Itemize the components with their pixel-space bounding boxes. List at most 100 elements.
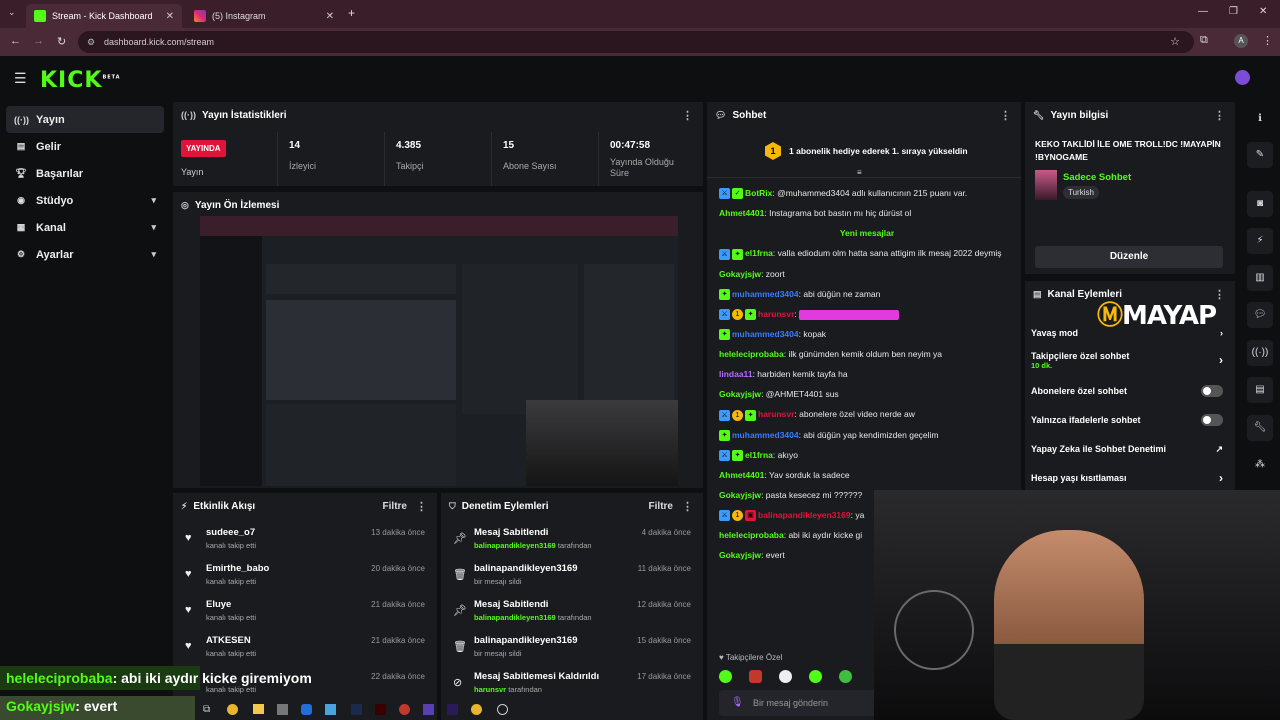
tab-search-icon[interactable]: ⌄: [8, 7, 16, 18]
more-options-icon[interactable]: ⋮: [682, 500, 693, 513]
emote-icon[interactable]: [719, 670, 732, 683]
info-icon[interactable]: ℹ: [1247, 106, 1273, 132]
category-name[interactable]: Sadece Sohbet: [1063, 172, 1131, 183]
bookmark-star-icon[interactable]: ☆: [1170, 31, 1180, 53]
wrench-icon[interactable]: 🔧︎: [1247, 415, 1273, 441]
overlay-chat-line: Gokayjsjw: evert: [6, 698, 118, 714]
url-input[interactable]: ⚙ dashboard.kick.com/stream ☆: [78, 31, 1194, 53]
emote-icon[interactable]: [779, 670, 792, 683]
app-icon[interactable]: [399, 704, 410, 715]
stream-info-panel: 🔧︎ Yayın bilgisi ⋮ KEKO TAKLİDİ İLE OME TR…: [1025, 102, 1235, 274]
app-icon[interactable]: [325, 704, 336, 715]
gift-badge-icon: 1: [732, 309, 743, 320]
hamburger-menu-icon[interactable]: ☰: [14, 70, 27, 87]
category-thumbnail: [1035, 170, 1057, 200]
sidebar-item-kanal[interactable]: ▦ Kanal ▾: [6, 214, 164, 241]
restore-icon[interactable]: ❐: [1229, 6, 1238, 17]
stream-preview-video[interactable]: [200, 216, 678, 486]
more-options-icon[interactable]: ⋮: [1000, 109, 1011, 122]
account-age-row[interactable]: Hesap yaşı kısıtlaması ›: [1031, 466, 1235, 490]
app-icon[interactable]: [423, 704, 434, 715]
document-icon[interactable]: ▥: [1247, 265, 1273, 291]
tab-instagram[interactable]: (5) Instagram ✕: [186, 4, 342, 28]
app-icon[interactable]: [351, 704, 362, 715]
sidebar-item-gelir[interactable]: ▤ Gelir: [6, 133, 164, 160]
expand-icon[interactable]: ≡: [857, 168, 862, 177]
panel-header: ◎ Yayın Ön İzlemesi: [181, 199, 280, 211]
vip-badge-icon: ✦: [745, 409, 756, 421]
emote-icon[interactable]: [749, 670, 762, 683]
pinned-message[interactable]: 1 1 abonelik hediye ederek 1. sıraya yük…: [707, 128, 1021, 178]
kick-logo[interactable]: KICKBETA: [40, 68, 121, 93]
broadcast-icon[interactable]: ((·)): [1247, 340, 1273, 366]
chat-message: ⚔︎ 1 ✦ harunsvr:: [719, 305, 1015, 325]
shapes-icon[interactable]: ⁂: [1247, 452, 1273, 478]
gift-badge-icon: 1: [732, 510, 743, 522]
edit-pencil-icon[interactable]: ✎: [1247, 142, 1273, 168]
app-icon[interactable]: [277, 704, 288, 715]
profile-avatar[interactable]: A: [1234, 34, 1248, 48]
list-item: ⊘ Mesaj Sabitlemesi Kaldırıldı harunsvr ta…: [453, 671, 691, 694]
new-tab-icon[interactable]: +: [348, 6, 355, 20]
sidebar-item-basarilar[interactable]: 🏆︎ Başarılar: [6, 160, 164, 187]
sidebar-item-ayarlar[interactable]: ⚙ Ayarlar ▾: [6, 241, 164, 268]
more-options-icon[interactable]: ⋮: [1214, 109, 1225, 122]
stream-stats-panel: ((·)) Yayın İstatistikleri ⋮ YAYINDA Yayın…: [173, 102, 703, 186]
emote-icon[interactable]: [809, 670, 822, 683]
app-icon[interactable]: [375, 704, 386, 715]
close-tab-icon[interactable]: ✕: [166, 11, 174, 22]
sidebar-item-yayin[interactable]: ((·)) Yayın: [6, 106, 164, 133]
chevron-down-icon: ▾: [151, 249, 156, 259]
app-icon[interactable]: [447, 704, 458, 715]
microphone-icon[interactable]: 🎙︎: [731, 697, 744, 708]
chevron-right-icon: ›: [1220, 328, 1223, 338]
filter-button[interactable]: Filtre: [649, 501, 673, 512]
user-avatar[interactable]: [1235, 70, 1250, 85]
vip-badge-icon: ✦: [732, 450, 743, 461]
site-info-icon[interactable]: ⚙: [87, 31, 95, 53]
subscribers-only-row[interactable]: Abonelere özel sohbet: [1031, 379, 1235, 403]
chat-bubble-icon[interactable]: 💬︎: [1247, 302, 1273, 328]
file-explorer-icon[interactable]: [253, 704, 264, 714]
emote-icon[interactable]: [839, 670, 852, 683]
vip-badge-icon: ✦: [745, 309, 756, 320]
minimize-icon[interactable]: —: [1198, 6, 1208, 17]
more-options-icon[interactable]: ⋮: [682, 109, 693, 122]
extensions-icon[interactable]: ⧉: [1200, 34, 1208, 47]
app-icon[interactable]: [497, 704, 508, 715]
moderator-badge-icon: ⚔︎: [719, 409, 730, 421]
reload-icon[interactable]: ↻: [57, 35, 66, 48]
app-icon[interactable]: [301, 704, 312, 715]
divider: [598, 132, 599, 186]
panel-header: 💬︎ Sohbet ⋮: [715, 109, 1011, 122]
tab-kick-dashboard[interactable]: Stream - Kick Dashboard ✕: [26, 4, 182, 28]
ai-moderation-row[interactable]: Yapay Zeka ile Sohbet Denetimi ↗: [1031, 437, 1235, 461]
chat-message: Gokayjsjw: @AHMET4401 sus: [719, 389, 839, 400]
toggle-switch[interactable]: [1201, 385, 1223, 397]
slow-mode-row[interactable]: Yavaş mod ›: [1031, 321, 1235, 345]
task-view-icon[interactable]: ⧉: [203, 704, 210, 715]
camera-icon[interactable]: ◙: [1247, 191, 1273, 217]
trash-icon: 🗑︎: [453, 641, 467, 653]
sidebar-item-studyo[interactable]: ◉ Stüdyo ▾: [6, 187, 164, 214]
chrome-app-icon[interactable]: [471, 704, 482, 715]
chevron-down-icon: ▾: [151, 195, 156, 205]
chat-message: ⚔︎ ✓ BotRix: @muhammed3404 adlı kullanıcın…: [719, 184, 1015, 204]
list-icon[interactable]: ▤: [1247, 377, 1273, 403]
close-window-icon[interactable]: ✕: [1259, 6, 1267, 17]
list-item: 🗑︎ balinapandikleyen3169 bir mesajı sildi 1…: [453, 635, 691, 658]
emotes-only-row[interactable]: Yalnızca ifadelerle sohbet: [1031, 408, 1235, 432]
edit-button[interactable]: Düzenle: [1035, 246, 1223, 268]
close-tab-icon[interactable]: ✕: [326, 11, 334, 22]
back-icon[interactable]: ←: [10, 35, 21, 47]
toggle-switch[interactable]: [1201, 414, 1223, 426]
followers-only-row[interactable]: Takipçilere özel sohbet 10 dk. ›: [1031, 347, 1235, 375]
browser-menu-icon[interactable]: ⋮: [1262, 34, 1273, 47]
chrome-app-icon[interactable]: [227, 704, 238, 715]
filter-button[interactable]: Filtre: [383, 501, 407, 512]
kick-favicon-icon: [34, 10, 46, 22]
more-options-icon[interactable]: ⋮: [416, 500, 427, 513]
forward-icon[interactable]: →: [33, 35, 44, 47]
gift-rank-badge: 1: [765, 142, 781, 160]
lightning-icon[interactable]: ⚡︎: [1247, 228, 1273, 254]
